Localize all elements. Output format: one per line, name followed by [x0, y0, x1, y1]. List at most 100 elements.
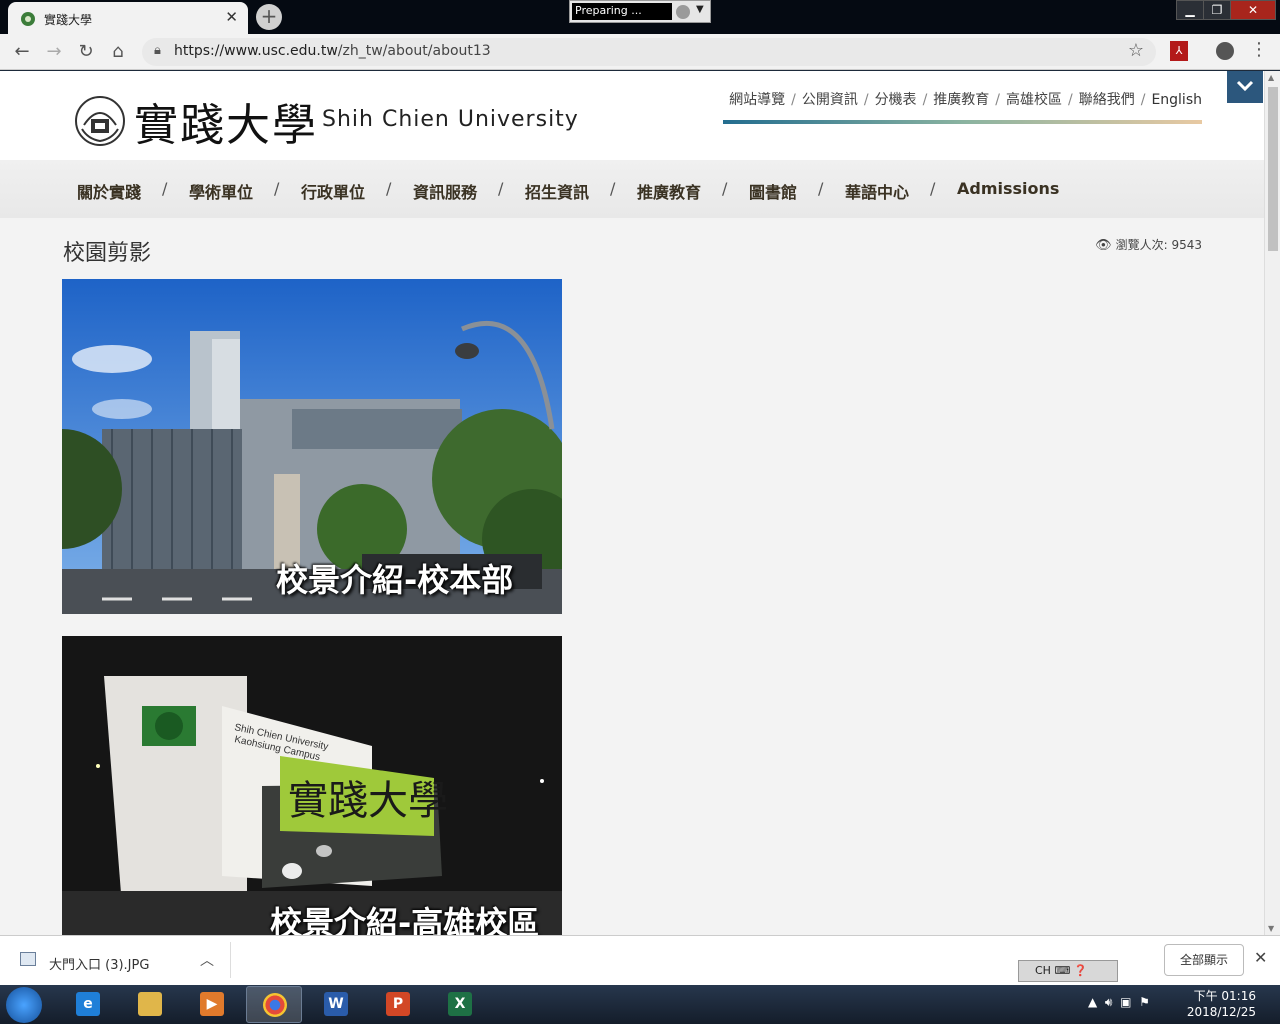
view-counter: 👁︎ 瀏覽人次: 9543	[1095, 236, 1202, 253]
tab-close-icon[interactable]: ✕	[225, 8, 238, 26]
site-header: 實踐大學 Shih Chien University 網站導覽 / 公開資訊 / 分機表…	[0, 71, 1264, 160]
taskbar-explorer[interactable]	[122, 986, 178, 1023]
scroll-up-arrow-icon[interactable]: ▲	[1268, 73, 1274, 82]
system-tray[interactable]: ▲ 🔊︎ ▣ ⚑	[1088, 995, 1150, 1010]
preparing-widget[interactable]: Preparing ... ▼	[569, 0, 711, 23]
download-shelf: 大門入口 (3).JPG ︿ CH ⌨ ❓ 全部顯示 ✕	[0, 935, 1280, 985]
preparing-status-text: Preparing ...	[572, 3, 672, 20]
nav-extension-education[interactable]: 推廣教育	[637, 179, 701, 203]
top-link-sitemap[interactable]: 網站導覽	[729, 92, 785, 108]
show-all-downloads-button[interactable]: 全部顯示	[1164, 944, 1244, 976]
top-link-extensions[interactable]: 分機表	[875, 92, 917, 108]
shelf-close-icon[interactable]: ✕	[1254, 948, 1267, 967]
scroll-down-arrow-icon[interactable]: ▼	[1268, 924, 1274, 933]
window-close-button[interactable]: ✕	[1230, 0, 1276, 20]
university-emblem-icon[interactable]	[74, 95, 126, 147]
separator: /	[1068, 92, 1073, 108]
taskbar-powerpoint[interactable]: P	[370, 986, 426, 1023]
nav-administration[interactable]: 行政單位	[301, 179, 365, 203]
clock-time: 下午 01:16	[1193, 989, 1256, 1003]
media-player-icon: ▶	[200, 992, 224, 1016]
windows-taskbar: e ▶ W P X ▲ 🔊︎ ▣ ⚑ 下午 01:16 2018/12/25	[0, 985, 1280, 1024]
separator: /	[922, 92, 928, 108]
lock-icon: 🔒︎	[154, 43, 161, 58]
taskbar-excel[interactable]: X	[432, 986, 488, 1023]
nav-admissions-english[interactable]: Admissions	[957, 179, 1059, 198]
top-link-extension-education[interactable]: 推廣教育	[933, 92, 989, 108]
panel-toggle-button[interactable]	[1227, 71, 1263, 103]
separator: /	[863, 92, 869, 108]
back-arrow-icon[interactable]: ←	[10, 40, 34, 64]
reload-icon[interactable]: ↻	[74, 40, 98, 64]
action-center-icon[interactable]: ⚑	[1139, 995, 1150, 1009]
shelf-divider	[230, 942, 231, 978]
nav-separator: /	[610, 179, 616, 198]
top-utility-links: 網站導覽 / 公開資訊 / 分機表 / 推廣教育 / 高雄校區 / 聯絡我們 / English	[729, 89, 1202, 109]
sign-chinese-name: 實踐大學	[288, 778, 448, 824]
volume-icon[interactable]: 🔊︎	[1105, 995, 1113, 1009]
nav-separator: /	[930, 179, 936, 198]
address-bar[interactable]: 🔒︎ https://www.usc.edu.tw/zh_tw/about/ab…	[142, 38, 1156, 66]
tab-title: 實踐大學	[44, 13, 93, 27]
nav-info-services[interactable]: 資訊服務	[413, 179, 477, 203]
pdf-extension-icon[interactable]: ⅄	[1170, 41, 1188, 61]
nav-about[interactable]: 關於實踐	[77, 179, 141, 203]
dropdown-arrow-icon[interactable]: ▼	[696, 4, 704, 15]
ime-language-bar[interactable]: CH ⌨ ❓	[1018, 960, 1118, 982]
taskbar-ie[interactable]: e	[60, 986, 116, 1023]
taskbar-media-player[interactable]: ▶	[184, 986, 240, 1023]
logo-chinese-name[interactable]: 實踐大學	[134, 89, 318, 153]
separator: /	[995, 92, 1000, 108]
network-icon[interactable]: ▣	[1120, 995, 1131, 1009]
page-scrollbar[interactable]: ▲ ▼	[1264, 71, 1280, 935]
view-count-label: 瀏覽人次:	[1115, 238, 1168, 252]
tray-expand-icon[interactable]: ▲	[1088, 995, 1097, 1009]
scrollbar-thumb[interactable]	[1268, 87, 1278, 251]
image-file-icon	[20, 952, 36, 966]
url-text: https://www.usc.edu.tw/zh_tw/about/about…	[174, 43, 491, 59]
browser-tab[interactable]: 實踐大學 ✕	[8, 2, 248, 34]
clock-date: 2018/12/25	[1186, 1005, 1256, 1019]
minimize-button[interactable]: ▁	[1176, 0, 1204, 20]
photo-caption-kaohsiung: 校景介紹-高雄校區	[270, 904, 540, 935]
download-file-name[interactable]: 大門入口 (3).JPG	[49, 954, 149, 973]
bookmark-star-icon[interactable]: ☆	[1128, 40, 1144, 61]
taskbar-clock[interactable]: 下午 01:16 2018/12/25	[1186, 988, 1256, 1020]
main-navigation: 關於實踐 / 學術單位 / 行政單位 / 資訊服務 / 招生資訊 / 推廣教育 …	[0, 160, 1264, 218]
powerpoint-icon: P	[386, 992, 410, 1016]
home-icon[interactable]: ⌂	[106, 40, 130, 64]
header-gradient-bar	[723, 120, 1202, 124]
page-viewport: 實踐大學 Shih Chien University 網站導覽 / 公開資訊 / 分機表…	[0, 71, 1264, 935]
top-link-english[interactable]: English	[1151, 92, 1202, 108]
nav-separator: /	[274, 179, 280, 198]
file-explorer-icon	[138, 992, 162, 1016]
nav-admissions-info[interactable]: 招生資訊	[525, 179, 589, 203]
new-tab-button[interactable]: +	[256, 4, 282, 30]
start-button[interactable]	[6, 987, 42, 1023]
restore-button[interactable]: ❐	[1203, 0, 1231, 20]
forward-arrow-icon[interactable]: →	[42, 40, 66, 64]
top-link-kaohsiung-campus[interactable]: 高雄校區	[1006, 92, 1062, 108]
browser-toolbar: ← → ↻ ⌂ 🔒︎ https://www.usc.edu.tw/zh_tw/…	[0, 34, 1280, 70]
top-link-public-info[interactable]: 公開資訊	[802, 92, 858, 108]
nav-academics[interactable]: 學術單位	[189, 179, 253, 203]
browser-tab-strip: 實踐大學 ✕ + Preparing ... ▼ ▁ ❐ ✕	[0, 0, 1280, 34]
site-favicon-icon	[21, 12, 35, 26]
chrome-menu-icon[interactable]: ⋮	[1250, 39, 1268, 60]
account-icon[interactable]	[1216, 42, 1234, 60]
taskbar-chrome[interactable]	[246, 986, 302, 1023]
nav-library[interactable]: 圖書館	[749, 179, 797, 203]
chevron-up-icon[interactable]: ︿	[200, 950, 214, 970]
campus-photo-main[interactable]: 校景介紹-校本部	[62, 279, 562, 614]
record-dot-icon	[676, 5, 690, 19]
taskbar-word[interactable]: W	[308, 986, 364, 1023]
eye-icon: 👁︎	[1095, 238, 1112, 253]
chevron-down-icon	[1236, 80, 1254, 92]
nav-chinese-center[interactable]: 華語中心	[845, 179, 909, 203]
top-link-contact[interactable]: 聯絡我們	[1079, 92, 1135, 108]
ime-language-code: CH	[1035, 964, 1051, 977]
nav-separator: /	[498, 179, 504, 198]
campus-photo-kaohsiung[interactable]: 實踐大學 Shih Chien University Kaohsiung Cam…	[62, 636, 562, 935]
excel-icon: X	[448, 992, 472, 1016]
logo-english-name[interactable]: Shih Chien University	[322, 107, 579, 132]
